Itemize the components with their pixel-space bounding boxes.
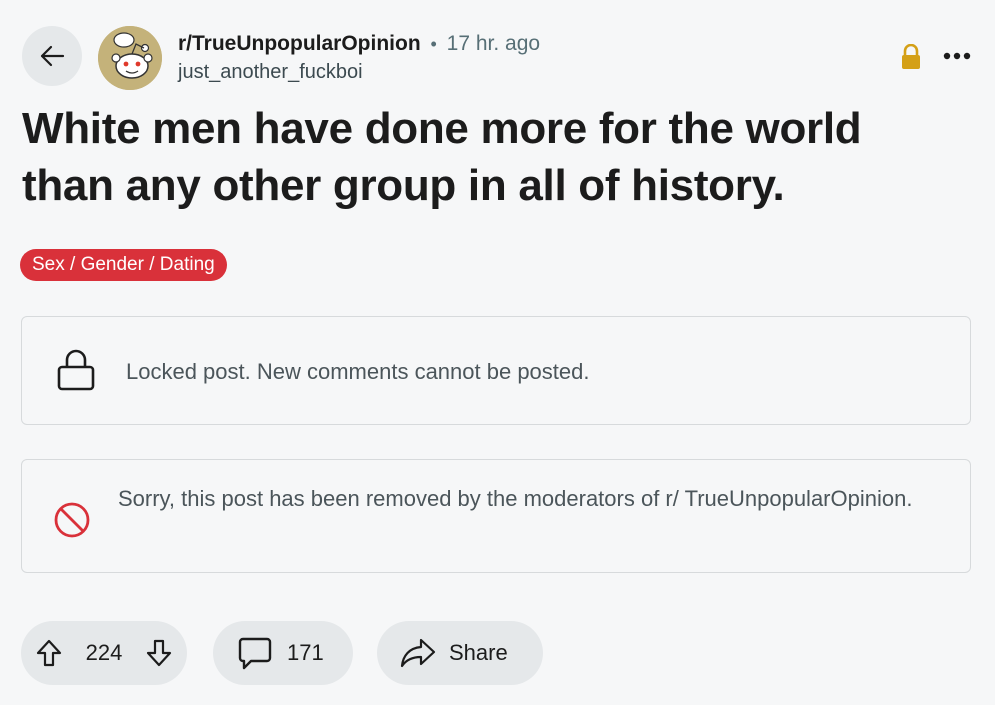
removed-notice-text: Sorry, this post has been removed by the…	[118, 486, 913, 511]
share-icon	[400, 638, 436, 668]
post-meta: r/TrueUnpopularOpinion • 17 hr. ago just…	[178, 31, 540, 84]
arrow-left-icon	[40, 45, 65, 67]
snoo-icon	[98, 26, 162, 90]
post-time: 17 hr. ago	[446, 32, 541, 55]
vote-count: 224	[85, 640, 123, 665]
lock-icon	[902, 44, 920, 69]
removed-notice: Sorry, this post has been removed by the…	[21, 459, 971, 573]
arrow-up-icon[interactable]	[35, 638, 63, 668]
subreddit-avatar[interactable]	[98, 26, 162, 90]
author-link[interactable]: just_another_fuckboi	[178, 61, 540, 84]
more-horizontal-icon[interactable]	[942, 50, 972, 62]
arrow-down-icon[interactable]	[145, 638, 173, 668]
lock-icon	[57, 349, 95, 391]
comment-count: 171	[287, 640, 324, 665]
ban-icon	[54, 502, 90, 538]
comment-icon	[238, 637, 272, 670]
locked-notice: Locked post. New comments cannot be post…	[21, 316, 971, 425]
post-title: White men have done more for the world t…	[22, 104, 862, 210]
meta-separator: •	[430, 34, 437, 54]
share-button[interactable]: Share	[377, 621, 543, 685]
share-label: Share	[449, 640, 508, 665]
locked-notice-text: Locked post. New comments cannot be post…	[126, 359, 590, 384]
comments-button[interactable]: 171	[213, 621, 353, 685]
back-button[interactable]	[22, 26, 82, 86]
vote-bar: 224	[21, 621, 187, 685]
subreddit-link[interactable]: r/TrueUnpopularOpinion	[178, 32, 421, 55]
post-flair[interactable]: Sex / Gender / Dating	[20, 249, 227, 281]
